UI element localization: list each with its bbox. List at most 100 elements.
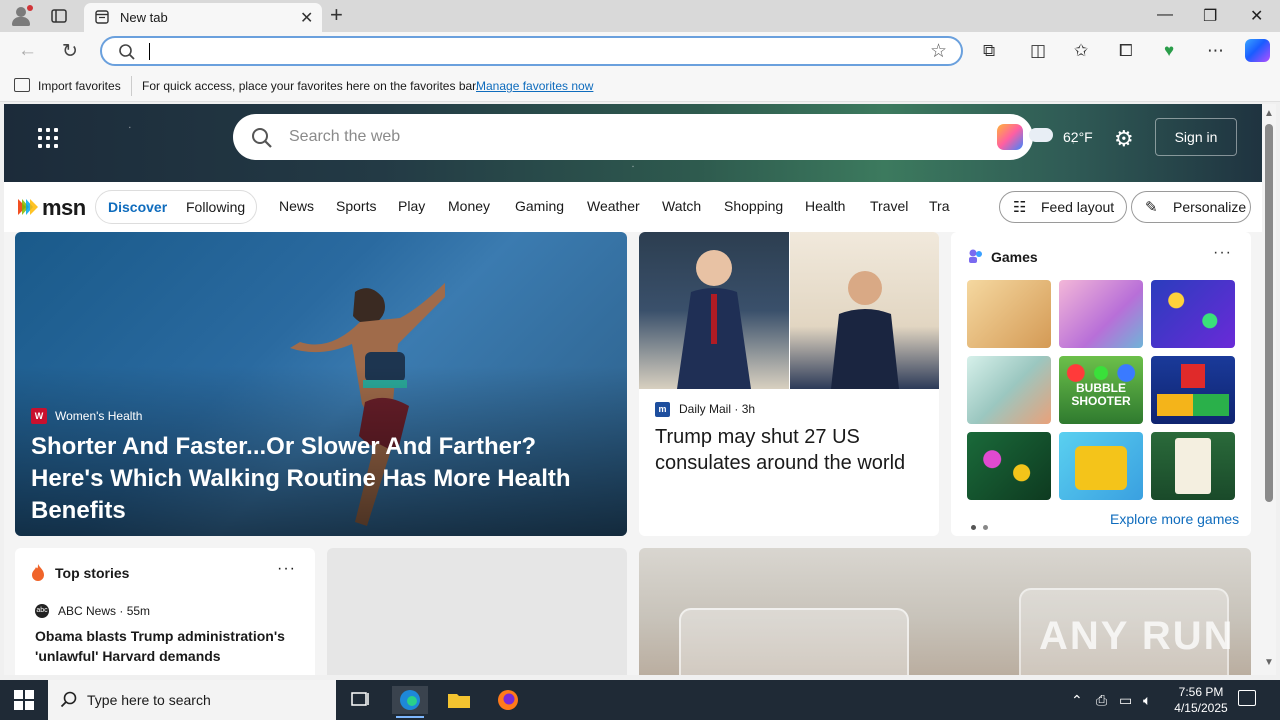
- nav-overflow[interactable]: Tra: [929, 198, 950, 214]
- game-tile-wood-puzzle[interactable]: [967, 280, 1051, 348]
- nav-travel[interactable]: Travel: [870, 198, 908, 214]
- taskbar-search[interactable]: Type here to search: [48, 680, 336, 720]
- personalize-icon: ✎: [1145, 199, 1158, 216]
- game-tile-makeup[interactable]: [1059, 280, 1143, 348]
- search-icon: [60, 691, 77, 708]
- scroll-down-icon[interactable]: ▼: [1264, 657, 1274, 668]
- hero-story-headline[interactable]: Shorter And Faster...Or Slower And Farth…: [31, 431, 611, 527]
- personalize-button[interactable]: ✎ Personalize: [1131, 191, 1251, 223]
- top-stories-more-icon[interactable]: ···: [277, 560, 296, 578]
- page-scrollbar[interactable]: ▲ ▼: [1262, 104, 1276, 675]
- game-tile-gems[interactable]: [967, 432, 1051, 500]
- clock-date: 4/15/2025: [1174, 701, 1228, 715]
- feed-toggle: Discover Following: [95, 190, 257, 224]
- image-story-card[interactable]: ANY RUN: [639, 548, 1251, 675]
- import-favorites-icon: [14, 78, 30, 92]
- new-tab-button[interactable]: +: [330, 4, 343, 26]
- news-story-source[interactable]: Daily Mail · 3h: [679, 402, 755, 416]
- favorite-star-icon[interactable]: ☆: [930, 40, 947, 63]
- taskbar-clock[interactable]: 7:56 PM 4/15/2025: [1168, 684, 1234, 716]
- manage-favorites-link[interactable]: Manage favorites now: [476, 79, 593, 93]
- split-screen-icon[interactable]: ◫: [1030, 41, 1046, 61]
- firefox-icon[interactable]: [490, 686, 526, 714]
- favbar-hint: For quick access, place your favorites h…: [142, 79, 479, 93]
- anyrun-watermark: ANY RUN: [1039, 614, 1235, 658]
- nav-play[interactable]: Play: [398, 198, 425, 214]
- top-stories-title[interactable]: Top stories: [55, 565, 129, 581]
- feed-layout-button[interactable]: ☷ Feed layout: [999, 191, 1127, 223]
- game-tile-mahjong[interactable]: [1151, 432, 1235, 500]
- game-tile-blocks[interactable]: [1151, 356, 1235, 424]
- favorites-bar: Import favorites For quick access, place…: [0, 70, 1280, 102]
- refresh-button[interactable]: ↻: [62, 40, 78, 63]
- file-explorer-icon[interactable]: [441, 686, 477, 714]
- sign-in-button[interactable]: Sign in: [1155, 118, 1237, 156]
- games-card: Games ··· BUBBLE SHOOTER Explore more ga…: [951, 232, 1251, 536]
- games-pager: [971, 517, 995, 535]
- scrollbar-thumb[interactable]: [1265, 124, 1273, 502]
- title-bar: New tab ✕ + — ❐ ✕: [0, 0, 1280, 32]
- browser-essentials-icon[interactable]: ♥: [1164, 41, 1174, 61]
- network-icon[interactable]: ▭: [1119, 692, 1132, 709]
- game-tile-hospital[interactable]: [967, 356, 1051, 424]
- usb-icon[interactable]: ⎙: [1096, 692, 1107, 709]
- tab-new-tab[interactable]: New tab ✕: [84, 3, 322, 32]
- game-tile-crazy-games[interactable]: [1059, 432, 1143, 500]
- start-button[interactable]: [14, 690, 34, 710]
- web-search-box[interactable]: Search the web: [233, 114, 1033, 160]
- nav-weather[interactable]: Weather: [587, 198, 640, 214]
- top-story-source[interactable]: ABC News · 55m: [58, 604, 150, 618]
- newtab-page-icon: [95, 10, 109, 24]
- msn-page: Search the web 62°F ⚙ Sign in msn Discov…: [4, 104, 1262, 675]
- window-close-button[interactable]: ✕: [1250, 6, 1263, 26]
- msn-logo[interactable]: msn: [16, 194, 86, 220]
- hero-story-card[interactable]: W Women's Health Shorter And Faster...Or…: [15, 232, 627, 536]
- address-input[interactable]: ☆: [100, 36, 963, 66]
- volume-icon[interactable]: 🔈︎: [1143, 692, 1151, 709]
- top-story-headline[interactable]: Obama blasts Trump administration's 'unl…: [35, 626, 295, 666]
- nav-money[interactable]: Money: [448, 198, 490, 214]
- minimize-button[interactable]: —: [1157, 6, 1173, 24]
- tab-title: New tab: [120, 10, 168, 25]
- games-more-icon[interactable]: ···: [1213, 244, 1232, 262]
- news-story-headline[interactable]: Trump may shut 27 US consulates around t…: [655, 424, 930, 476]
- game-tile-jewels[interactable]: [1151, 280, 1235, 348]
- nav-shopping[interactable]: Shopping: [724, 198, 783, 214]
- text-caret: [149, 43, 150, 60]
- notifications-icon[interactable]: [1238, 690, 1256, 706]
- tab-actions-icon[interactable]: [50, 7, 68, 25]
- page-settings-icon[interactable]: ⚙: [1114, 126, 1134, 152]
- copilot-search-icon[interactable]: [997, 124, 1023, 150]
- close-tab-icon[interactable]: ✕: [300, 8, 313, 28]
- scroll-up-icon[interactable]: ▲: [1264, 108, 1274, 119]
- weather-temp: 62°F: [1063, 129, 1093, 145]
- tab-following[interactable]: Following: [186, 199, 245, 215]
- clock-time: 7:56 PM: [1178, 685, 1224, 699]
- collections-icon[interactable]: ⧠: [1119, 41, 1133, 61]
- nav-health[interactable]: Health: [805, 198, 845, 214]
- nav-watch[interactable]: Watch: [662, 198, 701, 214]
- profile-icon[interactable]: [10, 5, 33, 26]
- tray-overflow-icon[interactable]: ⌃: [1071, 692, 1083, 709]
- import-favorites-button[interactable]: Import favorites: [38, 79, 121, 93]
- favorites-icon[interactable]: ✩: [1074, 41, 1088, 61]
- restore-button[interactable]: ❐: [1203, 6, 1217, 26]
- settings-more-icon[interactable]: ⋯: [1207, 41, 1224, 61]
- msn-butterfly-icon: [18, 199, 38, 215]
- games-title[interactable]: Games: [991, 249, 1038, 265]
- nav-news[interactable]: News: [279, 198, 314, 214]
- tab-discover[interactable]: Discover: [108, 199, 167, 215]
- copilot-icon[interactable]: [1245, 39, 1270, 62]
- daily-mail-icon: m: [655, 402, 670, 417]
- nav-gaming[interactable]: Gaming: [515, 198, 564, 214]
- hero-story-source[interactable]: Women's Health: [55, 409, 142, 423]
- back-button[interactable]: ←: [18, 40, 37, 62]
- task-view-icon[interactable]: [342, 686, 378, 714]
- game-tile-bubble-shooter[interactable]: BUBBLE SHOOTER: [1059, 356, 1143, 424]
- edge-taskbar-icon[interactable]: [392, 686, 428, 718]
- apps-grid-icon[interactable]: [38, 128, 58, 148]
- explore-more-games-link[interactable]: Explore more games: [1110, 511, 1239, 527]
- news-story-card[interactable]: m Daily Mail · 3h Trump may shut 27 US c…: [639, 232, 939, 536]
- nav-sports[interactable]: Sports: [336, 198, 376, 214]
- extensions-icon[interactable]: ⧉: [983, 41, 995, 61]
